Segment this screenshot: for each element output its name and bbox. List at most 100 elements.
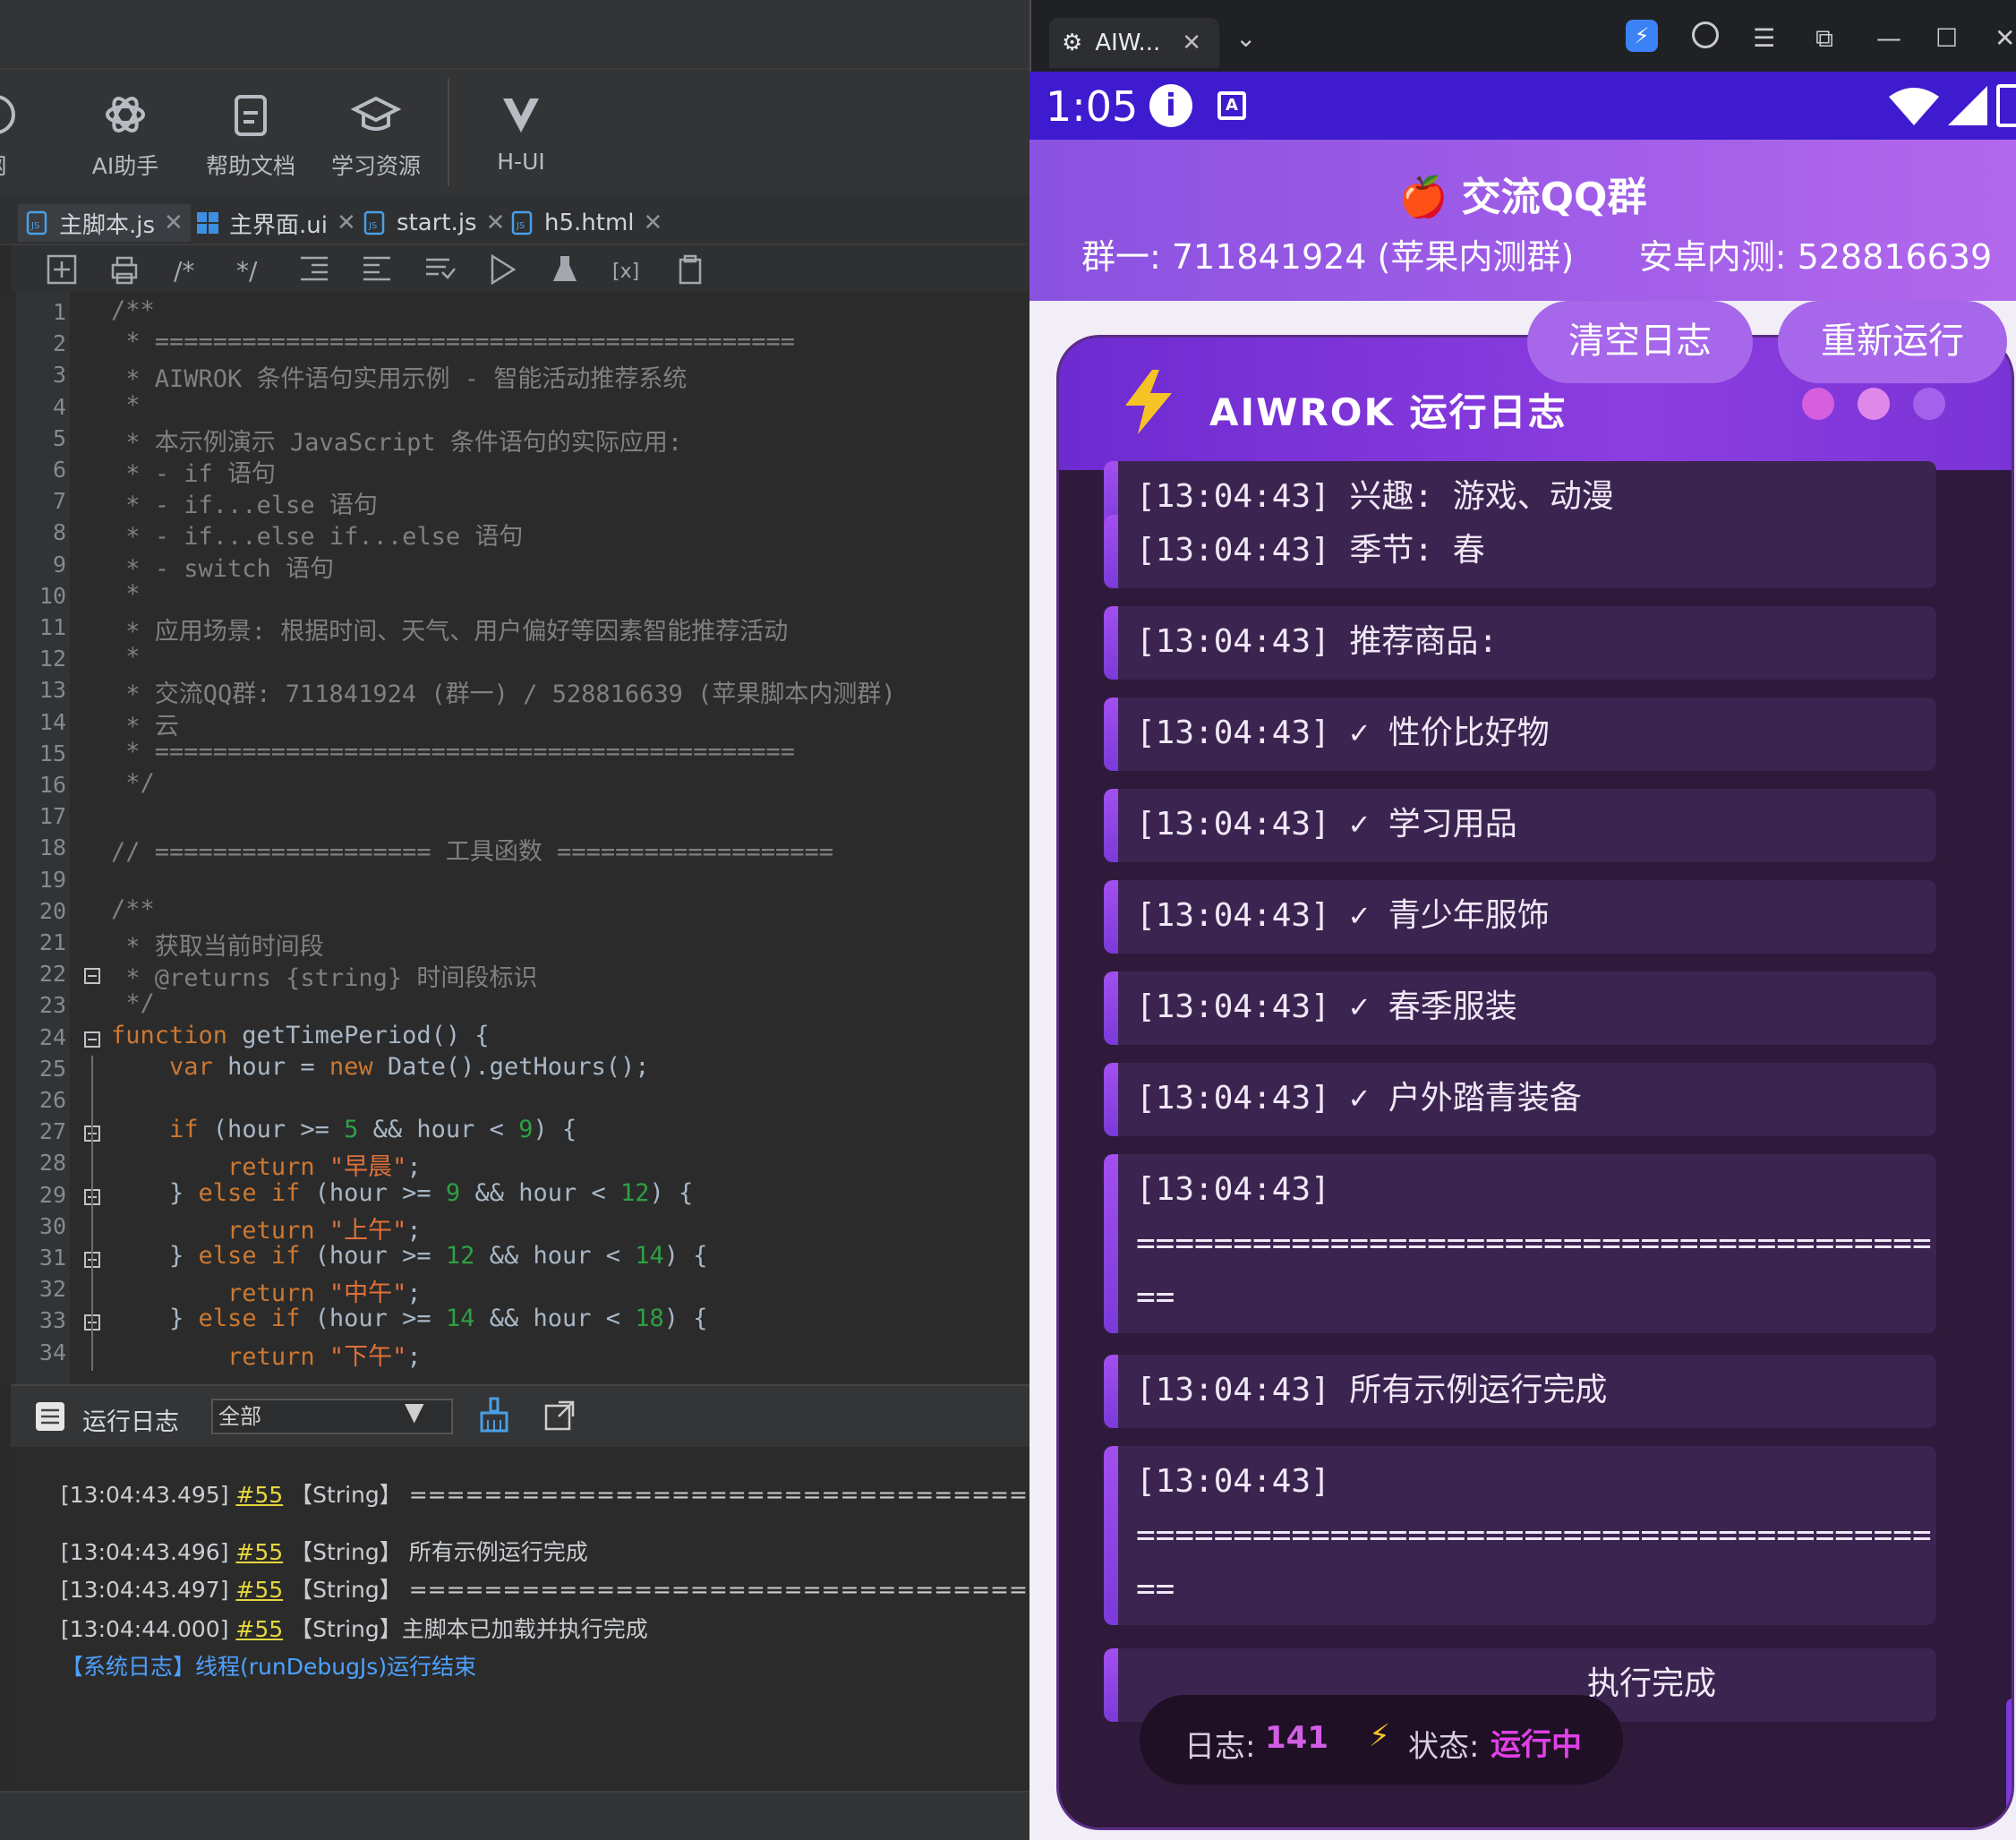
maximize-icon[interactable]: ☐ (1935, 23, 1958, 53)
toolbar-help-docs-button[interactable]: 帮助文档 (192, 90, 309, 181)
run-icon[interactable] (485, 252, 519, 287)
fold-toggle-icon[interactable] (84, 968, 100, 985)
close-icon[interactable]: ✕ (337, 210, 356, 236)
add-block-icon[interactable] (45, 252, 79, 287)
tab-label: start.js (397, 210, 477, 236)
log-entry: [13:04:43] ✓ 青少年服饰 (1104, 880, 1936, 954)
code-editor[interactable]: 1 /** 2 * ================================… (0, 292, 1029, 1384)
ui-file-icon (197, 212, 218, 234)
log-ref-link[interactable]: #55 (235, 1577, 283, 1603)
tab-start-js[interactable]: JS start.js ✕ (363, 204, 505, 242)
line-number: 11 (38, 614, 66, 640)
tab-main-script[interactable]: JS 主脚本.js ✕ (18, 204, 191, 242)
flask-icon[interactable] (548, 252, 582, 287)
log-scrollbar[interactable] (2006, 1699, 2012, 1815)
close-icon[interactable]: ✕ (1182, 30, 1201, 56)
browser-tab[interactable]: ⚙ AIW... ✕ (1049, 18, 1219, 68)
code-line: * - if 语句 (111, 460, 277, 488)
status-time: 1:05 (1046, 82, 1139, 131)
log-line: [13:04:43.495] #55 【String】 ============… (61, 1477, 1029, 1510)
log-entry-text: [13:04:43] ✓ 青少年服饰 (1136, 897, 1550, 934)
ide-window: ? 网 AI助手 帮助文档 学习资源 H-UI JS (0, 0, 1029, 1840)
run-log-output[interactable]: [13:04:43.495] #55 【String】 ============… (11, 1447, 1029, 1791)
toolbar-h-ui-button[interactable]: H-UI (463, 90, 579, 175)
minimize-icon[interactable]: — (1876, 23, 1901, 53)
log-type: 【String】 (290, 1539, 402, 1565)
tab-main-ui[interactable]: 主界面.ui ✕ (195, 204, 356, 242)
log-status-pill: 日志: 141 ⚡ 状态: 运行中 (1140, 1695, 1623, 1784)
state-label: 状态: (1408, 1729, 1480, 1765)
fold-toggle-icon[interactable] (84, 1031, 100, 1048)
log-count-label: 日志: (1184, 1729, 1256, 1765)
line-number: 20 (38, 897, 66, 924)
log-entry: [13:04:43] ✓ 性价比好物 (1104, 697, 1936, 771)
svg-text:JS: JS (30, 221, 39, 231)
broom-clear-icon[interactable] (476, 1397, 512, 1434)
print-icon[interactable] (107, 252, 141, 287)
outdent-icon[interactable] (297, 252, 331, 287)
toolbar-learning-button[interactable]: 学习资源 (318, 90, 434, 181)
line-number: 34 (38, 1339, 66, 1365)
log-entry-text: [13:04:43] 季节: 春 (1136, 532, 1485, 569)
toolbar-help-button[interactable]: ? 网 (0, 90, 54, 181)
line-number: 29 (38, 1181, 66, 1208)
close-window-icon[interactable]: ✕ (1995, 23, 2015, 53)
line-number: 30 (38, 1212, 66, 1239)
code-line: if (hour >= 5 && hour < 9) { (169, 1116, 577, 1144)
screenshot-icon[interactable]: ⧉ (1815, 23, 1833, 54)
code-line: * - switch 语句 (111, 554, 335, 583)
group-android: 安卓内测: 528816639 (1638, 237, 1993, 277)
log-type: 【String】 (290, 1482, 402, 1508)
close-icon[interactable]: ✕ (486, 210, 506, 236)
log-entry-text: [13:04:43] 推荐商品: (1136, 623, 1499, 660)
chevron-down-icon[interactable]: ⌄ (1235, 23, 1256, 53)
line-number: 3 (52, 362, 66, 389)
log-ref-link[interactable]: #55 (235, 1616, 283, 1642)
code-line: return "上午"; (227, 1216, 422, 1245)
rerun-button[interactable]: 重新运行 (1778, 301, 2007, 383)
log-line: [13:04:44.000] #55 【String】主脚本已加载并执行完成 (61, 1612, 648, 1644)
toolbar-ai-assistant-button[interactable]: AI助手 (67, 90, 184, 181)
account-icon[interactable] (1692, 21, 1719, 48)
line-number: 32 (38, 1276, 66, 1303)
comment-end-icon[interactable]: */ (235, 252, 269, 287)
log-ref-link[interactable]: #55 (235, 1482, 283, 1508)
clear-log-button[interactable]: 清空日志 (1527, 301, 1753, 383)
toolbar-help-label: 网 (0, 153, 7, 179)
close-icon[interactable]: ✕ (644, 210, 663, 236)
clipboard-icon[interactable] (673, 252, 707, 287)
line-number: 12 (38, 646, 66, 672)
log-timestamp: [13:04:43.495] (61, 1482, 229, 1508)
code-toolbar: /* */ [x] (0, 245, 1029, 292)
system-log-line: 【系统日志】线程(runDebugJs)运行结束 (61, 1654, 477, 1680)
comment-start-icon[interactable]: /* (172, 252, 206, 287)
chevron-down-icon[interactable]: ▼ (405, 1397, 424, 1426)
log-entry: [13:04:43] =============================… (1104, 1154, 1936, 1333)
svg-text:*/: */ (236, 256, 258, 286)
h-ui-logo-icon (503, 98, 539, 133)
variable-icon[interactable]: [x] (611, 252, 645, 287)
log-ref-link[interactable]: #55 (235, 1539, 283, 1565)
line-number: 18 (38, 834, 66, 861)
line-number: 19 (38, 866, 66, 893)
code-line: var hour = new Date().getHours(); (169, 1052, 650, 1081)
format-icon[interactable] (423, 252, 457, 287)
close-icon[interactable]: ✕ (164, 210, 184, 236)
code-line: * 应用场景: 根据时间、天气、用户偏好等因素智能推荐活动 (111, 618, 789, 646)
tab-h5-html[interactable]: JS h5.html ✕ (510, 204, 662, 242)
log-message: ======================================== (408, 1482, 1029, 1508)
log-type: 【String】 (290, 1616, 402, 1642)
log-entry-text: [13:04:43] ✓ 性价比好物 (1136, 715, 1550, 751)
info-icon: i (1149, 84, 1192, 127)
code-line: } else if (hour >= 9 && hour < 12) { (111, 1178, 694, 1207)
popout-window-icon[interactable] (542, 1399, 577, 1433)
code-line: // =================== 工具函数 ============… (111, 838, 833, 867)
code-line: * 获取当前时间段 (111, 933, 324, 961)
bolt-extension-icon[interactable]: ⚡ (1626, 20, 1658, 52)
line-number: 10 (38, 582, 66, 609)
log-entry: [13:04:43] ✓ 学习用品 (1104, 789, 1936, 862)
menu-icon[interactable]: ☰ (1753, 23, 1775, 53)
js-file-icon: JS (26, 210, 47, 235)
svg-text:JS: JS (368, 221, 377, 231)
indent-icon[interactable] (360, 252, 394, 287)
